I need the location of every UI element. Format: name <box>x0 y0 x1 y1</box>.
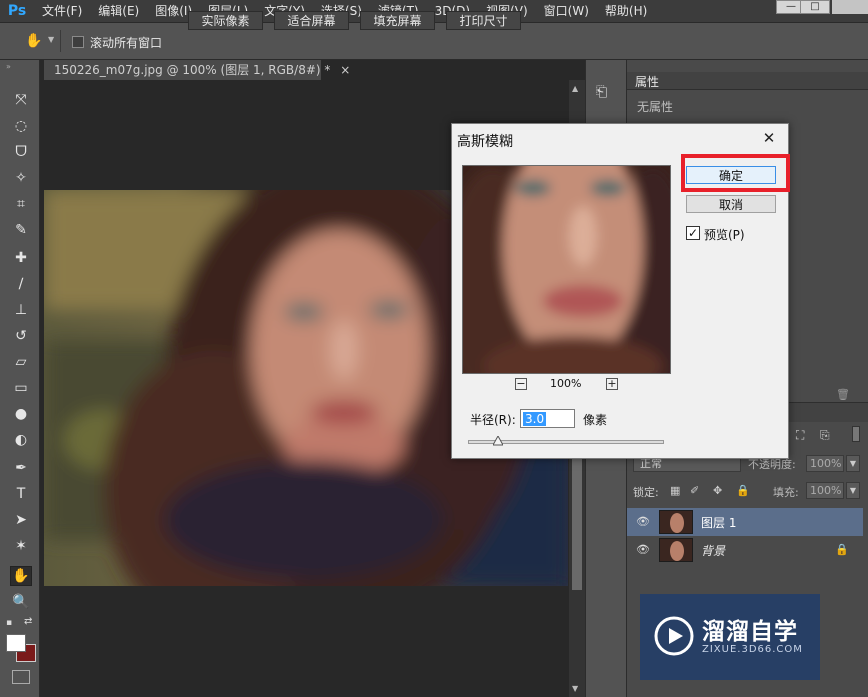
ok-button[interactable]: 确定 <box>686 166 776 184</box>
magic-wand-tool-icon[interactable]: ✧ <box>10 168 32 188</box>
brush-tool-icon[interactable]: ∕ <box>10 274 32 294</box>
eye-icon[interactable]: 👁 <box>636 515 650 528</box>
eye-icon[interactable]: 👁 <box>636 543 650 556</box>
gaussian-blur-dialog: 高斯模糊 ✕ − 100% + 半径(R): 3.0 像素 确定 取消 ✓ 预览… <box>451 123 790 459</box>
photoshop-logo: Ps <box>7 3 27 19</box>
radius-slider-handle[interactable] <box>492 434 504 446</box>
fill-dropdown-icon[interactable]: ▼ <box>846 482 860 499</box>
tab-properties[interactable]: 属性 <box>635 73 659 90</box>
dodge-tool-icon[interactable]: ◐ <box>10 430 32 450</box>
fill-label: 填充: <box>773 486 799 499</box>
layer-thumbnail-image <box>660 511 692 533</box>
swap-colors-icon[interactable]: ⇄ <box>24 616 32 627</box>
document-tab[interactable]: 150226_m07g.jpg @ 100% (图层 1, RGB/8#) * … <box>44 60 350 80</box>
dialog-title: 高斯模糊 <box>457 134 513 150</box>
lock-pixels-icon[interactable]: ✐ <box>690 484 699 497</box>
preview-image <box>463 166 670 373</box>
zoom-out-button[interactable]: − <box>515 378 527 390</box>
menu-file[interactable]: 文件(F) <box>34 0 90 22</box>
filter-toggle-switch[interactable] <box>852 426 860 442</box>
menu-edit[interactable]: 编辑(E) <box>90 0 147 22</box>
divider <box>60 30 61 52</box>
dialog-close-icon[interactable]: ✕ <box>758 129 780 149</box>
trash-icon[interactable]: 🗑 <box>836 388 850 401</box>
move-tool-icon[interactable]: ⤧ <box>10 90 32 110</box>
pen-tool-icon[interactable]: ✒ <box>10 458 32 478</box>
menu-help[interactable]: 帮助(H) <box>597 0 655 22</box>
close-window-button[interactable] <box>832 0 868 14</box>
quick-mask-icon[interactable] <box>12 670 30 684</box>
eyedropper-tool-icon[interactable]: ✎ <box>10 220 32 240</box>
fill-screen-button[interactable]: 填充屏幕 <box>360 11 435 30</box>
maximize-button[interactable]: □ <box>800 0 830 14</box>
slider-handle-icon <box>492 434 504 446</box>
hand-tool-icon[interactable]: ✋ <box>10 566 32 586</box>
hand-tool-preset-icon[interactable]: ✋ <box>25 33 45 51</box>
document-tab-title: 150226_m07g.jpg @ 100% (图层 1, RGB/8#) * <box>54 63 331 77</box>
lock-icon: 🔒 <box>835 543 849 556</box>
watermark-logo-icon <box>654 616 694 656</box>
close-tab-icon[interactable]: × <box>340 63 350 77</box>
blur-tool-icon[interactable]: ● <box>10 404 32 424</box>
lock-all-icon[interactable]: 🔒 <box>736 484 750 497</box>
opacity-input[interactable]: 100% <box>806 455 844 472</box>
preview-pane[interactable] <box>462 165 671 374</box>
print-size-button[interactable]: 打印尺寸 <box>446 11 521 30</box>
radius-label: 半径(R): <box>470 413 516 427</box>
layer-thumbnail <box>659 538 693 562</box>
actual-pixels-button[interactable]: 实际像素 <box>188 11 263 30</box>
crop-tool-icon[interactable]: ⌗ <box>10 194 32 214</box>
fill-input[interactable]: 100% <box>806 482 844 499</box>
scroll-down-icon[interactable]: ▼ <box>572 684 578 693</box>
radius-input[interactable]: 3.0 <box>520 409 575 428</box>
layer-name: 背景 <box>701 543 726 558</box>
zoom-level: 100% <box>550 377 582 390</box>
eraser-tool-icon[interactable]: ▱ <box>10 352 32 372</box>
properties-empty-text: 无属性 <box>637 100 674 114</box>
marquee-tool-icon[interactable]: ◌ <box>10 116 32 136</box>
lasso-tool-icon[interactable]: ᗜ <box>10 142 32 162</box>
radius-value: 3.0 <box>523 412 547 426</box>
layer-row[interactable]: 👁 背景 🔒 <box>627 536 863 564</box>
filter-smart-icon[interactable]: ⎘ <box>820 428 830 443</box>
history-brush-tool-icon[interactable]: ↺ <box>10 326 32 346</box>
watermark-url: ZIXUE.3D66.COM <box>702 644 803 655</box>
default-colors-icon[interactable]: ▪ <box>6 618 12 628</box>
lock-label: 锁定: <box>633 486 659 499</box>
properties-tab-bar <box>627 72 868 90</box>
history-panel-icon[interactable]: ⎗ <box>596 84 616 104</box>
path-selection-tool-icon[interactable]: ➤ <box>10 510 32 530</box>
radius-unit: 像素 <box>583 413 608 427</box>
layer-name: 图层 1 <box>701 515 737 530</box>
type-tool-icon[interactable]: T <box>10 484 32 504</box>
opacity-dropdown-icon[interactable]: ▼ <box>846 455 860 472</box>
layer-thumbnail-image <box>660 539 692 561</box>
lock-position-icon[interactable]: ✥ <box>713 484 722 497</box>
scroll-up-icon[interactable]: ▲ <box>572 84 578 93</box>
shape-tool-icon[interactable]: ✶ <box>10 536 32 556</box>
preview-checkbox[interactable]: ✓ <box>686 226 700 240</box>
layer-row[interactable]: 👁 图层 1 <box>627 508 863 536</box>
cancel-button[interactable]: 取消 <box>686 195 776 213</box>
collapse-icon[interactable]: » <box>6 62 11 71</box>
scroll-all-checkbox[interactable] <box>72 36 84 48</box>
healing-brush-tool-icon[interactable]: ✚ <box>10 248 32 268</box>
lock-transparent-icon[interactable]: ▦ <box>670 484 680 497</box>
zoom-in-button[interactable]: + <box>606 378 618 390</box>
fit-screen-button[interactable]: 适合屏幕 <box>274 11 349 30</box>
layer-thumbnail <box>659 510 693 534</box>
menu-window[interactable]: 窗口(W) <box>536 0 597 22</box>
foreground-color-swatch[interactable] <box>6 634 26 652</box>
watermark: 溜溜自学 ZIXUE.3D66.COM <box>640 594 820 680</box>
scrollbar-thumb[interactable] <box>572 440 582 590</box>
chevron-down-icon[interactable]: ▼ <box>48 35 54 44</box>
scroll-all-label: 滚动所有窗口 <box>90 36 163 50</box>
preview-label: 预览(P) <box>704 228 745 242</box>
filter-shape-icon[interactable]: ⛶ <box>796 428 804 443</box>
zoom-tool-icon[interactable]: 🔍 <box>10 592 32 612</box>
watermark-brand: 溜溜自学 <box>702 619 798 645</box>
clone-stamp-tool-icon[interactable]: ⊥ <box>10 300 32 320</box>
gradient-tool-icon[interactable]: ▭ <box>10 378 32 398</box>
